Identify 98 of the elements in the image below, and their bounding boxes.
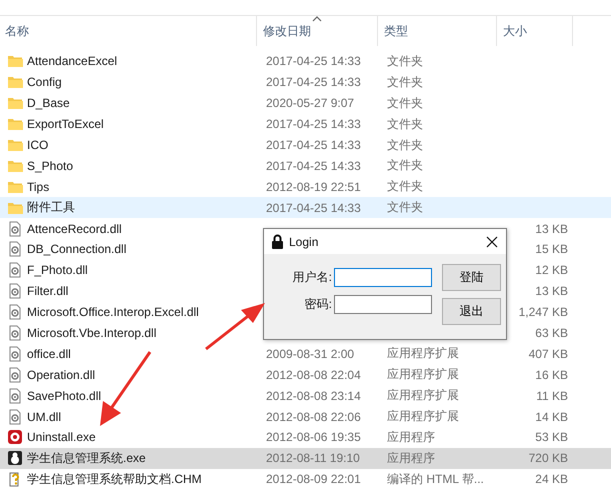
file-type: 应用程序扩展	[387, 387, 459, 404]
gear-file-icon	[7, 388, 23, 404]
file-date: 2012-08-11 19:10	[266, 451, 360, 466]
folder-icon	[7, 53, 23, 70]
file-name[interactable]: AttendanceExcel	[27, 54, 118, 68]
column-header[interactable]: 修改日期	[257, 16, 378, 46]
file-date: 2020-05-27 9:07	[266, 96, 354, 110]
file-name[interactable]: Filter.dll	[27, 284, 68, 298]
file-size: 12 KB	[535, 263, 568, 278]
file-name[interactable]: SavePhoto.dll	[27, 388, 102, 403]
file-type: 文件夹	[387, 136, 423, 154]
file-date: 2012-08-09 22:01	[266, 472, 361, 486]
column-header[interactable]: 大小	[497, 16, 573, 46]
file-date: 2017-04-25 14:33	[266, 75, 361, 90]
file-name[interactable]: S_Photo	[27, 158, 74, 173]
file-size: 16 KB	[535, 368, 568, 382]
file-date: 2017-04-25 14:33	[266, 200, 361, 215]
gear-file-icon	[7, 283, 23, 300]
file-type: 应用程序扩展	[387, 408, 459, 426]
file-date: 2017-04-25 14:33	[266, 117, 361, 132]
sort-caret-icon	[312, 16, 322, 22]
gear-file-icon	[7, 220, 23, 237]
gear-file-icon	[7, 325, 23, 342]
gear-file-icon	[7, 241, 23, 258]
file-size: 1,247 KB	[518, 305, 568, 320]
file-name[interactable]: ExportToExcel	[27, 117, 104, 132]
field-label: 密码:	[304, 296, 332, 313]
close-icon[interactable]	[486, 236, 498, 248]
file-date: 2017-04-25 14:33	[266, 138, 361, 152]
file-type: 应用程序	[387, 450, 435, 467]
column-header[interactable]: 名称	[0, 16, 257, 46]
file-name[interactable]: Operation.dll	[27, 368, 96, 382]
gear-file-icon	[7, 366, 23, 383]
input-field[interactable]	[334, 295, 432, 314]
folder-icon	[7, 137, 23, 153]
file-type: 应用程序	[387, 428, 435, 446]
file-date: 2012-08-19 22:51	[266, 180, 361, 194]
file-type: 编译的 HTML 帮...	[387, 470, 484, 488]
input-field[interactable]	[334, 268, 432, 287]
file-size: 407 KB	[528, 346, 568, 361]
file-size: 53 KB	[535, 430, 568, 444]
file-size: 720 KB	[528, 451, 568, 466]
gear-file-icon	[7, 408, 23, 425]
file-size: 13 KB	[535, 284, 568, 298]
file-type: 文件夹	[387, 94, 423, 112]
file-name[interactable]: DB_Connection.dll	[27, 242, 126, 256]
dialog-button[interactable]: 退出	[442, 298, 501, 325]
folder-icon	[7, 74, 23, 90]
folder-icon	[7, 116, 23, 132]
file-name[interactable]: 学生信息管理系统帮助文档.CHM	[27, 470, 202, 488]
file-size: 15 KB	[535, 242, 568, 256]
column-header[interactable]: 类型	[378, 16, 497, 46]
file-type: 文件夹	[387, 116, 423, 133]
file-size: 11 KB	[536, 388, 568, 403]
dialog-title: Login	[289, 234, 318, 248]
file-row[interactable]: 附件工具 2017-04-25 14:33 文件夹	[0, 197, 611, 218]
file-size: 13 KB	[535, 222, 568, 236]
file-date: 2012-08-06 19:35	[266, 430, 361, 444]
field-label: 用户名:	[292, 269, 332, 286]
file-size: 14 KB	[535, 410, 568, 424]
file-name[interactable]: AttenceRecord.dll	[27, 222, 122, 236]
file-name[interactable]: UM.dll	[27, 410, 62, 424]
file-type: 文件夹	[387, 52, 423, 70]
file-name[interactable]: F_Photo.dll	[27, 263, 88, 278]
file-type: 文件夹	[387, 157, 423, 174]
file-name[interactable]: Tips	[27, 180, 50, 194]
file-type: 应用程序扩展	[387, 345, 459, 362]
dialog-button[interactable]: 登陆	[442, 264, 501, 291]
lifebuoy-icon	[7, 429, 23, 446]
gear-file-icon	[7, 304, 23, 320]
file-name[interactable]: 附件工具	[27, 199, 75, 216]
file-size: 63 KB	[535, 326, 568, 340]
app-icon	[7, 450, 23, 466]
file-name[interactable]: 学生信息管理系统.exe	[27, 450, 146, 467]
gear-file-icon	[7, 262, 23, 278]
file-date: 2012-08-08 22:04	[266, 368, 361, 382]
file-type: 文件夹	[387, 178, 423, 196]
file-name[interactable]: Uninstall.exe	[27, 430, 96, 444]
file-name[interactable]: ICO	[27, 138, 48, 152]
file-date: 2017-04-25 14:33	[266, 158, 361, 173]
folder-icon	[7, 95, 23, 112]
file-type: 文件夹	[387, 74, 423, 91]
file-date: 2012-08-08 23:14	[266, 388, 361, 403]
file-date: 2009-08-31 2:00	[266, 346, 354, 361]
file-name[interactable]: Config	[27, 75, 62, 90]
file-name[interactable]: Microsoft.Office.Interop.Excel.dll	[27, 305, 199, 320]
gear-file-icon	[7, 346, 23, 362]
file-name[interactable]: D_Base	[27, 96, 70, 110]
file-date: 2017-04-25 14:33	[266, 54, 361, 68]
file-name[interactable]: Microsoft.Vbe.Interop.dll	[27, 326, 156, 340]
file-row[interactable]: 学生信息管理系统.exe 2012-08-11 19:10 应用程序 720 KB	[0, 448, 611, 469]
annotation-arrow	[205, 303, 265, 350]
lock-icon	[271, 234, 284, 250]
file-type: 应用程序扩展	[387, 366, 459, 384]
file-date: 2012-08-08 22:06	[266, 410, 361, 424]
file-type: 文件夹	[387, 199, 423, 216]
file-name[interactable]: office.dll	[27, 346, 71, 361]
file-size: 24 KB	[535, 472, 568, 486]
